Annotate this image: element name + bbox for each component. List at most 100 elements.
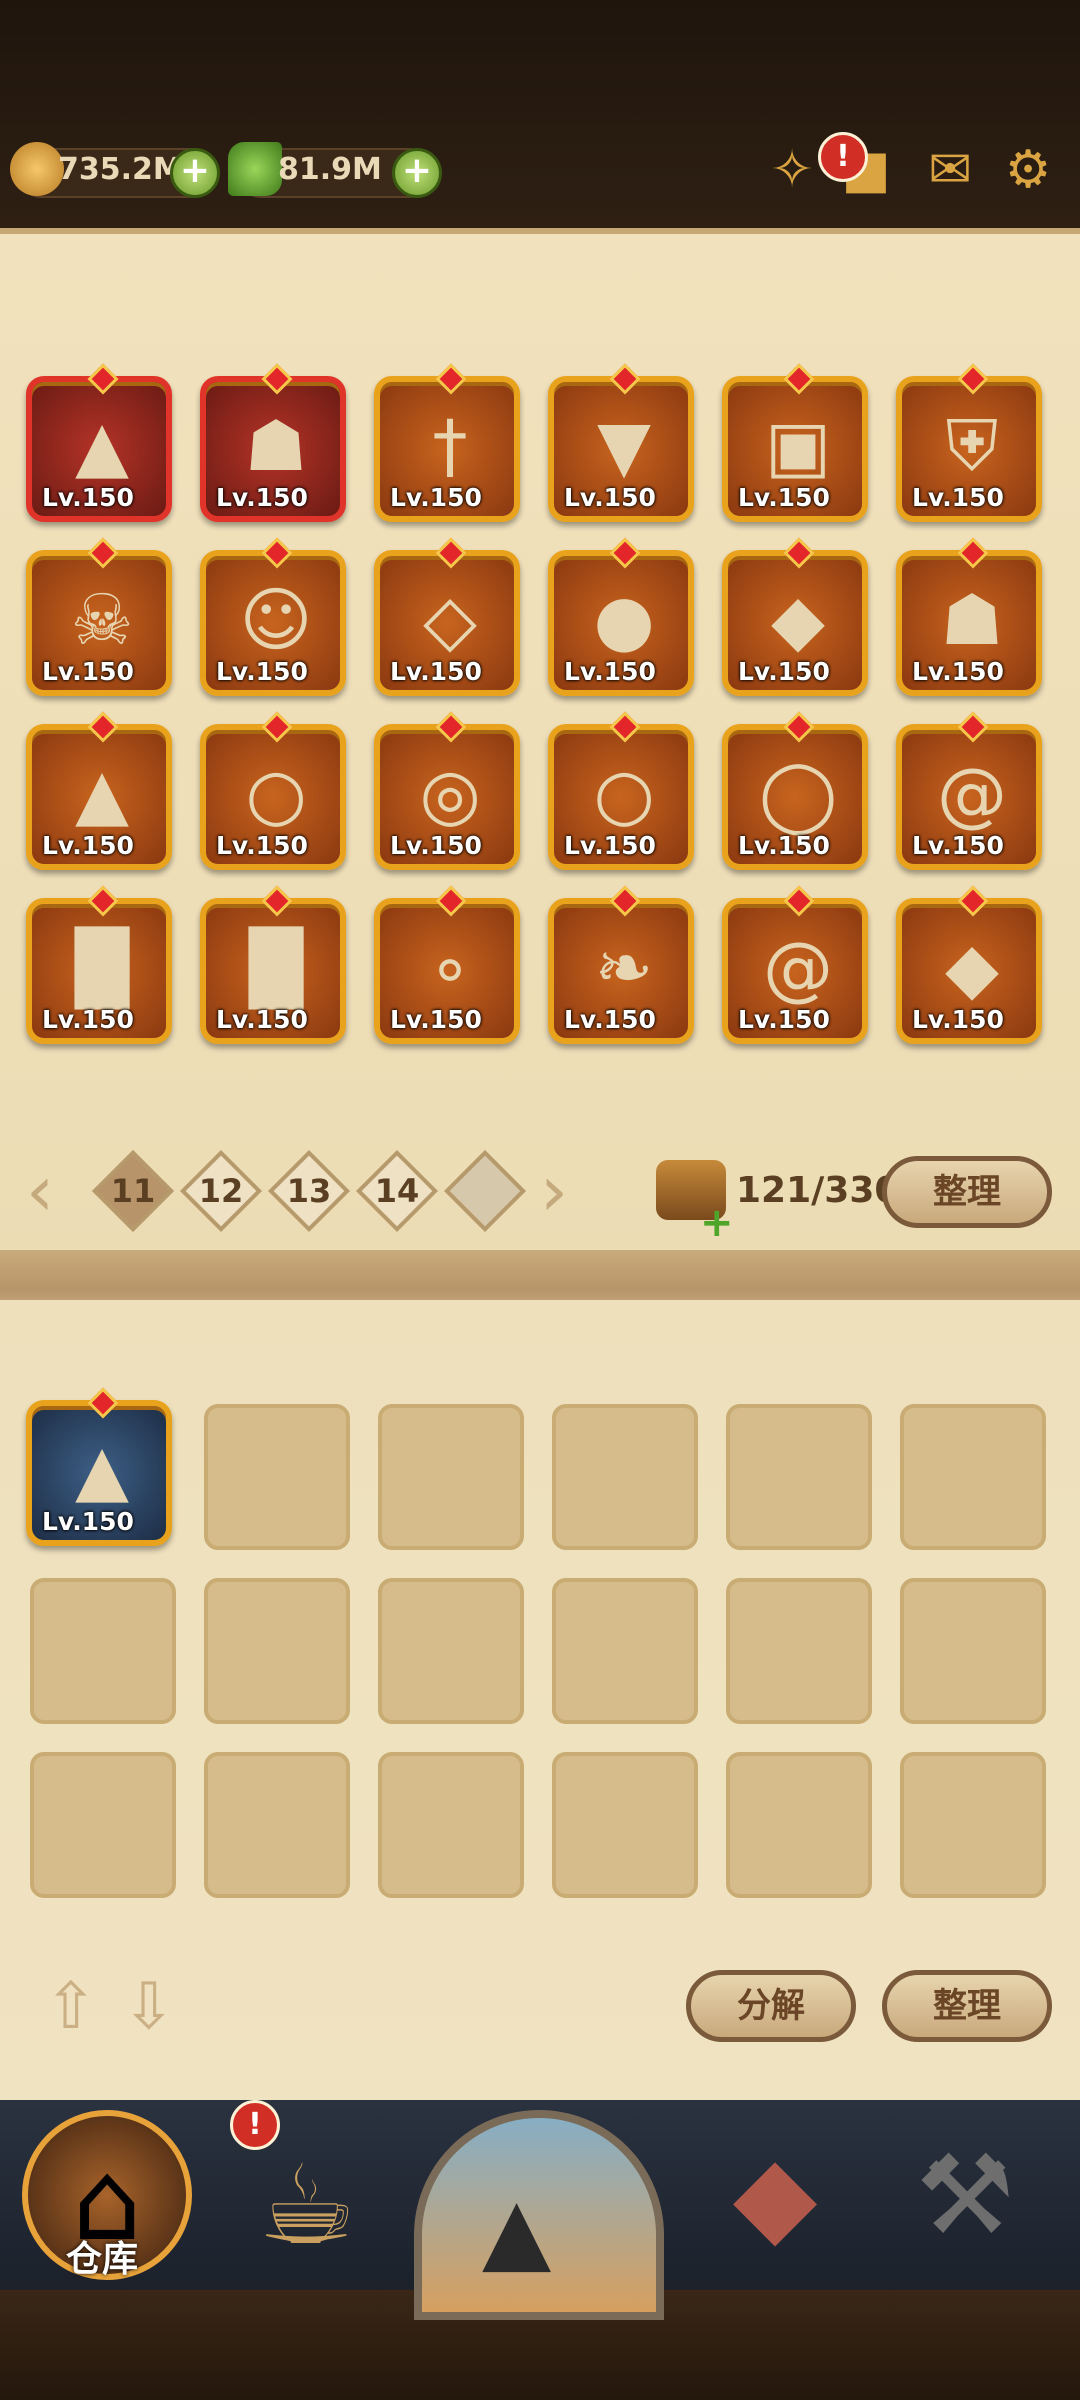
- equipment-item[interactable]: ◆ Lv.150: [896, 885, 1042, 1044]
- capacity-text: 121/330: [736, 1170, 900, 1211]
- empty-slot[interactable]: [378, 1578, 524, 1724]
- nav-treasure[interactable]: ◆: [690, 2110, 860, 2280]
- item-level: Lv.150: [216, 1005, 308, 1034]
- empty-slot[interactable]: [900, 1752, 1046, 1898]
- sort-backpack-button[interactable]: 整理: [882, 1970, 1052, 2042]
- shell-necklace-icon: @: [763, 927, 833, 1009]
- equipment-item[interactable]: ☺ Lv.150: [200, 537, 346, 696]
- item-level: Lv.150: [564, 657, 656, 686]
- gold-coin-icon: [10, 142, 64, 196]
- equipment-item[interactable]: ◆ Lv.150: [722, 537, 868, 696]
- crystal-necklace-icon: ◇: [423, 579, 477, 661]
- backpack-item[interactable]: ▲ Lv.150: [26, 1387, 172, 1546]
- empty-slot[interactable]: [900, 1578, 1046, 1724]
- prev-page-arrow[interactable]: ‹: [26, 1150, 54, 1232]
- equipment-item[interactable]: ○ Lv.150: [548, 711, 694, 870]
- settings-gear-icon[interactable]: ⚙: [996, 138, 1060, 202]
- chest-plus-sign: +: [700, 1200, 734, 1246]
- equipment-item[interactable]: ◯ Lv.150: [722, 711, 868, 870]
- empty-slot[interactable]: [552, 1578, 698, 1724]
- sort-equipment-button[interactable]: 整理: [882, 1156, 1052, 1228]
- item-level: Lv.150: [738, 1005, 830, 1034]
- treasure-chest-icon: ◆: [732, 2131, 818, 2259]
- dagger-icon: †: [432, 405, 468, 487]
- item-level: Lv.150: [912, 1005, 1004, 1034]
- item-level: Lv.150: [42, 1005, 134, 1034]
- empty-slot[interactable]: [204, 1404, 350, 1550]
- item-level: Lv.150: [42, 657, 134, 686]
- item-level: Lv.150: [390, 657, 482, 686]
- bucket-icon: ▣: [764, 405, 832, 487]
- equipment-item[interactable]: ❧ Lv.150: [548, 885, 694, 1044]
- item-level: Lv.150: [42, 1507, 134, 1536]
- equipment-item[interactable]: ☠ Lv.150: [26, 537, 172, 696]
- equipment-item[interactable]: █ Lv.150: [200, 885, 346, 1044]
- iron-boots-icon: █: [75, 927, 129, 1009]
- item-level: Lv.150: [738, 657, 830, 686]
- purple-ring-icon: ○: [245, 753, 307, 835]
- empty-slot[interactable]: [30, 1752, 176, 1898]
- equipment-item[interactable]: ☗ Lv.150: [200, 363, 346, 522]
- equipment-item[interactable]: ◎ Lv.150: [374, 711, 520, 870]
- equipment-item[interactable]: ◇ Lv.150: [374, 537, 520, 696]
- empty-slot[interactable]: [378, 1752, 524, 1898]
- equipment-item[interactable]: ▼ Lv.150: [548, 363, 694, 522]
- item-level: Lv.150: [216, 831, 308, 860]
- equipment-item[interactable]: ▲ Lv.150: [26, 363, 172, 522]
- page-number: 11: [110, 1172, 156, 1210]
- green-amulet-icon: ●: [593, 579, 655, 661]
- equipment-item[interactable]: † Lv.150: [374, 363, 520, 522]
- top-bar: [0, 0, 1080, 240]
- horn-icon[interactable]: ✧: [760, 138, 824, 202]
- ruby-necklace-icon: ◆: [771, 579, 825, 661]
- empty-slot[interactable]: [204, 1578, 350, 1724]
- empty-slot[interactable]: [204, 1752, 350, 1898]
- up-arrow-icon[interactable]: ⇧: [44, 1970, 98, 2044]
- equipment-item[interactable]: ☗ Lv.150: [896, 537, 1042, 696]
- dark-hood-cloak-icon: ▲: [75, 1429, 129, 1511]
- amethyst-necklace-icon: ◆: [945, 927, 999, 1009]
- gold-value: 735.2M: [58, 152, 183, 187]
- skull-helmet-icon: ☠: [70, 579, 134, 661]
- equipment-item[interactable]: ⛨ Lv.150: [896, 363, 1042, 522]
- carrot-icon: ▼: [597, 405, 651, 487]
- empty-slot[interactable]: [552, 1404, 698, 1550]
- item-level: Lv.150: [390, 1005, 482, 1034]
- item-level: Lv.150: [390, 831, 482, 860]
- item-level: Lv.150: [42, 831, 134, 860]
- item-level: Lv.150: [912, 657, 1004, 686]
- item-level: Lv.150: [564, 831, 656, 860]
- equipment-item[interactable]: █ Lv.150: [26, 885, 172, 1044]
- equipment-item[interactable]: @ Lv.150: [722, 885, 868, 1044]
- add-gems-button[interactable]: +: [392, 148, 442, 198]
- tavern-alert-badge: !: [230, 2100, 280, 2150]
- next-page-arrow[interactable]: ›: [540, 1150, 568, 1232]
- equipment-item[interactable]: ● Lv.150: [548, 537, 694, 696]
- add-gold-button[interactable]: +: [170, 148, 220, 198]
- armor-helmet-icon: ☗: [244, 405, 308, 487]
- item-level: Lv.150: [738, 831, 830, 860]
- page-number: 14: [374, 1172, 420, 1210]
- equipment-item[interactable]: ∘ Lv.150: [374, 885, 520, 1044]
- item-level: Lv.150: [564, 1005, 656, 1034]
- item-level: Lv.150: [738, 483, 830, 512]
- forge-icon: ⚒: [915, 2131, 1015, 2259]
- equipment-item[interactable]: ▣ Lv.150: [722, 363, 868, 522]
- nav-warehouse-label: 仓库: [66, 2239, 139, 2280]
- down-arrow-icon[interactable]: ⇩: [122, 1970, 176, 2044]
- equipment-item[interactable]: ▲ Lv.150: [26, 711, 172, 870]
- nav-forge[interactable]: ⚒: [880, 2110, 1050, 2280]
- empty-slot[interactable]: [378, 1404, 524, 1550]
- mask-icon: ☺: [239, 579, 313, 661]
- equipment-item[interactable]: ○ Lv.150: [200, 711, 346, 870]
- empty-slot[interactable]: [900, 1404, 1046, 1550]
- empty-slot[interactable]: [726, 1752, 872, 1898]
- empty-slot[interactable]: [726, 1578, 872, 1724]
- empty-slot[interactable]: [552, 1752, 698, 1898]
- mail-icon[interactable]: ✉: [918, 138, 982, 202]
- empty-slot[interactable]: [726, 1404, 872, 1550]
- decompose-button[interactable]: 分解: [686, 1970, 856, 2042]
- equipment-item[interactable]: @ Lv.150: [896, 711, 1042, 870]
- empty-slot[interactable]: [30, 1578, 176, 1724]
- spiral-ring-icon: @: [937, 753, 1007, 835]
